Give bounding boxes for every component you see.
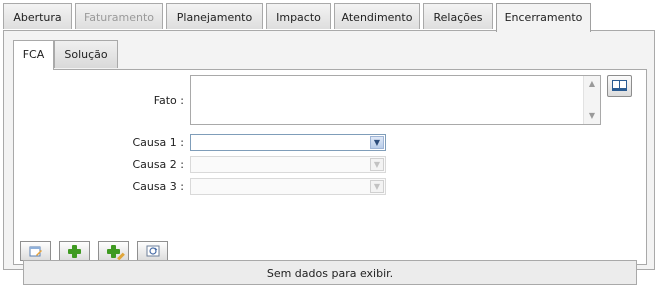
causa1-select[interactable]: ▼	[190, 134, 386, 151]
tab-planejamento[interactable]: Planejamento	[166, 3, 263, 29]
tab-label[interactable]: Planejamento	[177, 11, 252, 24]
edit-button[interactable]	[20, 241, 51, 261]
fato-label: Fato :	[153, 94, 184, 107]
refresh-button[interactable]	[137, 241, 168, 261]
causa3-label: Causa 3 :	[132, 180, 184, 193]
edit-icon	[29, 246, 42, 257]
fca-form: Fato : ▲ ▼ Causa 1 : ▼ Causa 2 : ▼ Causa…	[13, 69, 647, 285]
causa2-select: ▼	[190, 156, 386, 173]
tab-label: Abertura	[13, 11, 62, 24]
empty-grid-message: Sem dados para exibir.	[23, 260, 637, 285]
add-icon	[68, 245, 81, 258]
subtab-fca[interactable]: FCA	[13, 40, 54, 70]
scroll-down-icon[interactable]: ▼	[587, 111, 597, 121]
scroll-up-icon[interactable]: ▲	[587, 79, 597, 89]
tab-label: Faturamento	[83, 11, 155, 24]
refresh-icon	[146, 245, 160, 257]
add-edit-button[interactable]	[98, 241, 129, 261]
tab-encerramento[interactable]: Encerramento	[496, 3, 591, 32]
chevron-down-icon: ▼	[370, 180, 384, 193]
causa1-label: Causa 1 :	[132, 136, 184, 149]
fato-textarea[interactable]: ▲ ▼	[190, 75, 601, 125]
tab-relacoes[interactable]: Relações	[423, 3, 493, 29]
encerramento-panel: FCA Solução Fato : ▲ ▼ Causa 1 : ▼ Causa…	[3, 30, 655, 285]
subtab-label[interactable]: FCA	[23, 48, 45, 61]
tab-label[interactable]: Atendimento	[342, 11, 413, 24]
chevron-down-icon: ▼	[370, 158, 384, 171]
tab-atendimento[interactable]: Atendimento	[334, 3, 420, 29]
tab-faturamento: Faturamento	[75, 3, 163, 29]
fato-scrollbar[interactable]: ▲ ▼	[583, 76, 600, 124]
tab-label[interactable]: Encerramento	[505, 11, 583, 24]
causa3-select: ▼	[190, 178, 386, 195]
book-icon	[612, 80, 627, 91]
tab-label[interactable]: Impacto	[276, 11, 321, 24]
add-button[interactable]	[59, 241, 90, 261]
tab-impacto[interactable]: Impacto	[266, 3, 331, 29]
tab-abertura[interactable]: Abertura	[3, 3, 72, 29]
subtab-label[interactable]: Solução	[64, 48, 107, 61]
tab-label[interactable]: Relações	[434, 11, 483, 24]
chevron-down-icon[interactable]: ▼	[370, 136, 384, 149]
causa2-label: Causa 2 :	[132, 158, 184, 171]
subtab-solucao[interactable]: Solução	[54, 40, 118, 68]
lookup-book-button[interactable]	[607, 75, 632, 97]
